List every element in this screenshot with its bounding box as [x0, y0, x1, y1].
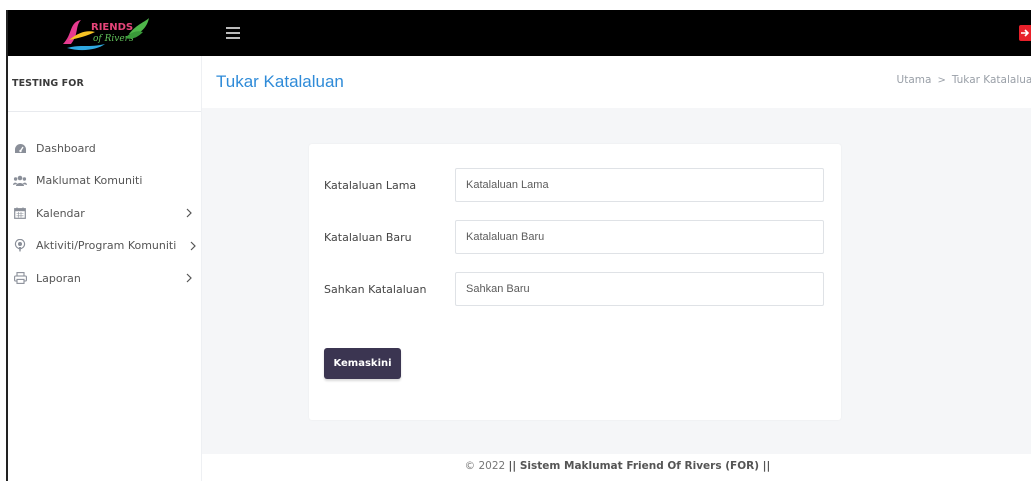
- breadcrumb-current: Tukar Katalaluan: [951, 74, 1031, 86]
- page-title: Tukar Katalaluan: [216, 72, 344, 91]
- page-header: Tukar Katalaluan Utama > Tukar Katalalua…: [202, 56, 1031, 108]
- sidebar-item-label: Laporan: [36, 271, 81, 285]
- users-icon: [13, 174, 27, 188]
- old-password-input[interactable]: [455, 168, 824, 202]
- sidebar-menu: Dashboard Maklumat Komuniti Kalendar Akt…: [8, 112, 201, 295]
- new-password-input[interactable]: [455, 220, 824, 254]
- footer-copyright: © 2022: [464, 460, 506, 472]
- sidebar-item-dashboard[interactable]: Dashboard: [8, 132, 201, 165]
- menu-toggle-icon[interactable]: [226, 24, 240, 42]
- confirm-password-label: Sahkan Katalaluan: [324, 283, 427, 296]
- old-password-label: Katalaluan Lama: [324, 179, 417, 192]
- breadcrumb-separator-icon: >: [937, 74, 946, 86]
- sidebar-item-label: Maklumat Komuniti: [36, 174, 143, 188]
- change-password-card: Katalaluan Lama Katalaluan Baru Sahkan K…: [309, 144, 841, 420]
- svg-text:RIENDS: RIENDS: [91, 22, 133, 33]
- sidebar-item-laporan[interactable]: Laporan: [8, 262, 201, 295]
- footer: © 2022 || Sistem Maklumat Friend Of Rive…: [202, 454, 1031, 481]
- sidebar-item-label: Aktiviti/Program Komuniti: [36, 239, 177, 253]
- top-navbar: RIENDS of Rivers: [8, 10, 1031, 56]
- form-row-old-password: Katalaluan Lama: [324, 168, 826, 202]
- form-row-new-password: Katalaluan Baru: [324, 220, 826, 254]
- breadcrumb: Utama > Tukar Katalaluan: [897, 74, 1031, 86]
- app-window: RIENDS of Rivers TESTING FOR Dashboard M…: [6, 10, 1031, 481]
- sidebar: TESTING FOR Dashboard Maklumat Komuniti …: [8, 56, 202, 481]
- sidebar-brand: TESTING FOR: [8, 56, 201, 112]
- sidebar-item-kalendar[interactable]: Kalendar: [8, 197, 201, 230]
- chevron-right-icon: [187, 240, 199, 252]
- chevron-right-icon: [183, 207, 195, 219]
- main-content: Tukar Katalaluan Utama > Tukar Katalalua…: [202, 56, 1031, 481]
- logout-icon[interactable]: [1018, 24, 1031, 42]
- friends-of-rivers-logo[interactable]: RIENDS of Rivers: [8, 10, 202, 56]
- print-icon: [13, 271, 27, 285]
- kemaskini-button[interactable]: Kemaskini: [324, 348, 401, 379]
- calendar-icon: [13, 206, 27, 220]
- sidebar-item-label: Kalendar: [36, 206, 85, 220]
- sidebar-item-maklumat-komuniti[interactable]: Maklumat Komuniti: [8, 165, 201, 198]
- sidebar-item-label: Dashboard: [36, 141, 96, 155]
- sidebar-item-aktiviti-program[interactable]: Aktiviti/Program Komuniti: [8, 230, 201, 263]
- chevron-right-icon: [183, 272, 195, 284]
- form-row-confirm-password: Sahkan Katalaluan: [324, 272, 826, 306]
- podcast-icon: [13, 239, 27, 253]
- confirm-password-input[interactable]: [455, 272, 824, 306]
- new-password-label: Katalaluan Baru: [324, 231, 412, 244]
- footer-system-name: || Sistem Maklumat Friend Of Rivers (FOR…: [508, 460, 771, 472]
- dashboard-icon: [13, 141, 27, 155]
- breadcrumb-home-link[interactable]: Utama: [897, 74, 932, 86]
